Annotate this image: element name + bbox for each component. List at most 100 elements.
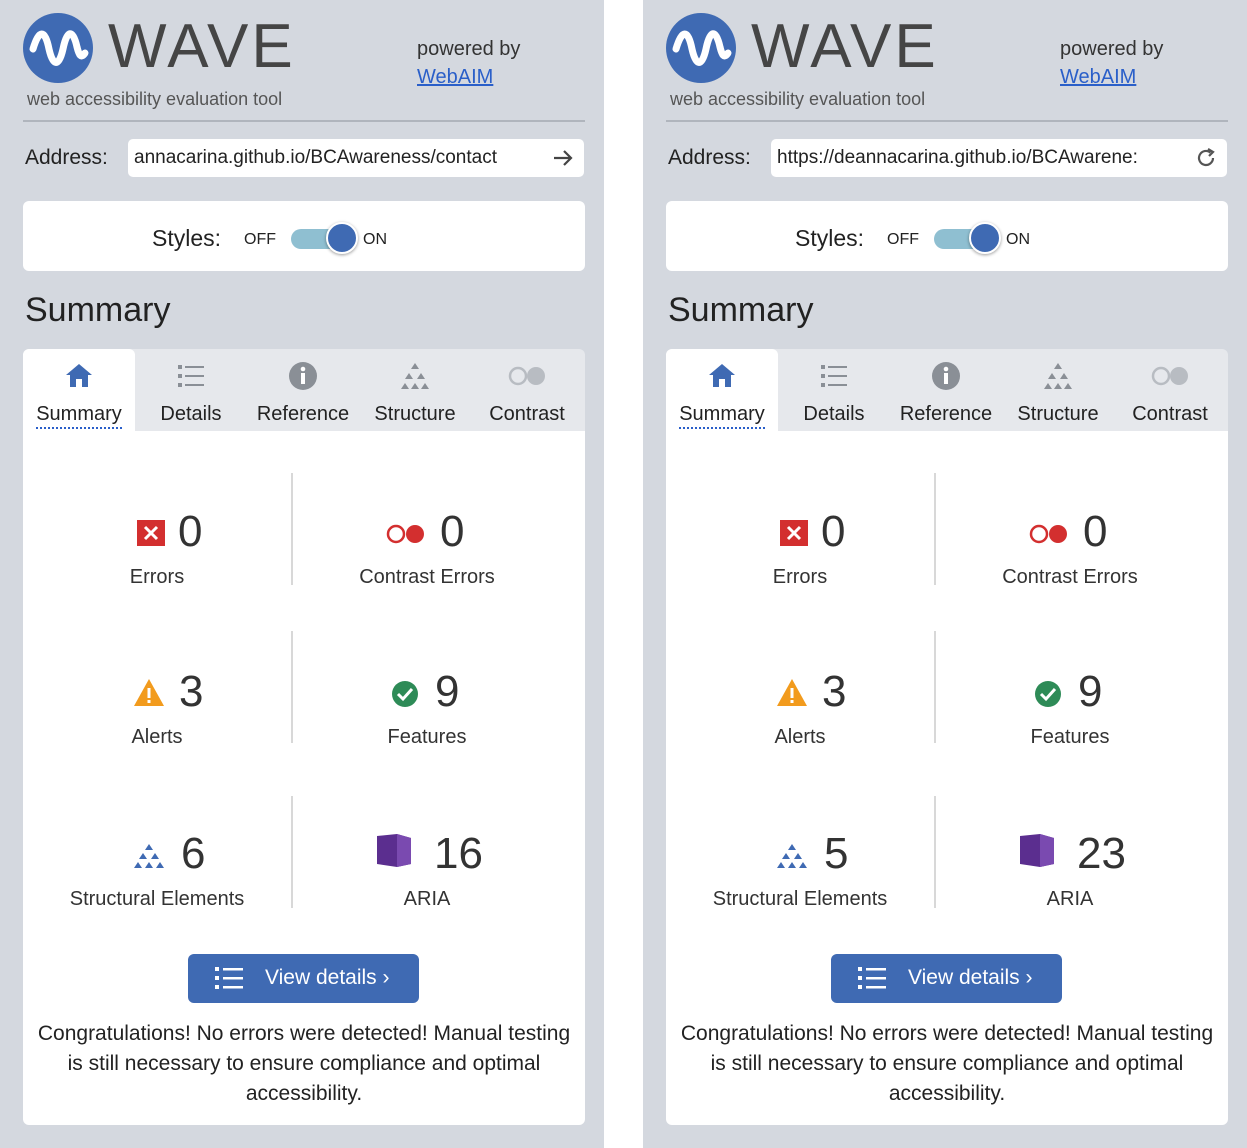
aria-label: ARIA [1046, 888, 1094, 910]
features-label: Features [387, 726, 467, 748]
aria-cube-icon [1020, 834, 1054, 867]
tab-label: Contrast [489, 403, 565, 425]
address-input[interactable] [134, 139, 534, 177]
errors-stat[interactable]: 0 Errors [666, 506, 934, 626]
tab-details[interactable]: Details [778, 349, 890, 431]
view-details-button[interactable]: View details › [831, 954, 1062, 1003]
wave-title: WAVE [108, 12, 296, 81]
errors-count: 0 [821, 507, 846, 556]
structural-count: 5 [824, 829, 849, 878]
styles-on-label: ON [1006, 231, 1030, 248]
aria-label: ARIA [403, 888, 451, 910]
structural-label: Structural Elements [69, 888, 245, 910]
alert-icon [777, 679, 807, 706]
list-icon [858, 967, 886, 989]
aria-cube-icon [377, 834, 411, 867]
list-icon [215, 967, 243, 989]
features-stat[interactable]: 9 Features [936, 666, 1204, 786]
structure-icon [1044, 363, 1072, 389]
tab-summary[interactable]: Summary [23, 349, 135, 431]
errors-label: Errors [772, 566, 828, 588]
tab-structure[interactable]: Structure [1002, 349, 1114, 431]
tab-label: Reference [899, 403, 993, 425]
tab-reference[interactable]: Reference [247, 349, 359, 431]
aria-stat[interactable]: 23 ARIA [936, 828, 1204, 948]
styles-toggle-box: Styles: OFF ON [23, 201, 585, 271]
home-icon [66, 364, 92, 387]
styles-toggle[interactable] [291, 222, 358, 254]
styles-label: Styles: [152, 225, 222, 251]
home-icon [709, 364, 735, 387]
error-icon [780, 520, 808, 546]
contrast-error-icon [386, 524, 424, 544]
styles-label: Styles: [795, 225, 865, 251]
summary-heading: Summary [25, 291, 171, 329]
address-label: Address: [25, 146, 108, 169]
contrast-errors-label: Contrast Errors [359, 566, 495, 588]
tab-label: Contrast [1132, 403, 1208, 425]
tab-structure[interactable]: Structure [359, 349, 471, 431]
tab-contrast[interactable]: Contrast [1114, 349, 1226, 431]
alerts-stat[interactable]: 3 Alerts [666, 666, 934, 786]
tab-label: Details [160, 403, 222, 425]
alerts-stat[interactable]: 3 Alerts [23, 666, 291, 786]
address-label: Address: [668, 146, 751, 169]
view-details-label: View details › [908, 966, 1033, 989]
contrast-errors-stat[interactable]: 0 Contrast Errors [936, 506, 1204, 626]
address-field [771, 139, 1227, 177]
info-icon [289, 362, 317, 390]
structural-stat[interactable]: 5 Structural Elements [666, 828, 934, 948]
summary-heading: Summary [668, 291, 814, 329]
info-icon [932, 362, 960, 390]
aria-stat[interactable]: 16 ARIA [293, 828, 561, 948]
summary-content: 0 Errors 0 Contrast Errors 3 Alerts 9 Fe… [666, 431, 1228, 1125]
styles-toggle[interactable] [934, 222, 1001, 254]
tab-summary[interactable]: Summary [666, 349, 778, 431]
wave-logo-icon [23, 13, 93, 83]
structure-icon [401, 363, 429, 389]
powered-by-label: powered by [417, 38, 521, 60]
toggle-knob [969, 222, 1001, 254]
contrast-icon [1151, 366, 1188, 386]
structure-icon [777, 844, 807, 868]
features-label: Features [1030, 726, 1110, 748]
contrast-errors-stat[interactable]: 0 Contrast Errors [293, 506, 561, 626]
structural-stat[interactable]: 6 Structural Elements [23, 828, 291, 948]
features-stat[interactable]: 9 Features [293, 666, 561, 786]
tab-contrast[interactable]: Contrast [471, 349, 583, 431]
tab-reference[interactable]: Reference [890, 349, 1002, 431]
tab-details[interactable]: Details [135, 349, 247, 431]
tab-label: Summary [36, 403, 122, 429]
tab-label: Details [803, 403, 865, 425]
wave-subtitle: web accessibility evaluation tool [27, 89, 283, 109]
address-input[interactable] [777, 139, 1177, 177]
toggle-knob [326, 222, 358, 254]
arrow-right-icon[interactable] [550, 145, 576, 171]
webaim-link[interactable]: WebAIM [1060, 66, 1136, 89]
alerts-count: 3 [822, 667, 847, 716]
tab-bar: Summary Details Reference Structure Cont… [666, 349, 1228, 431]
features-count: 9 [435, 667, 460, 716]
wave-panel-left: WAVE web accessibility evaluation tool p… [0, 0, 604, 1148]
view-details-label: View details › [265, 966, 390, 989]
styles-toggle-box: Styles: OFF ON [666, 201, 1228, 271]
webaim-link[interactable]: WebAIM [417, 66, 493, 89]
contrast-icon [508, 366, 545, 386]
tab-label: Structure [1017, 403, 1099, 425]
error-icon [137, 520, 165, 546]
tab-label: Summary [679, 403, 765, 429]
errors-stat[interactable]: 0 Errors [23, 506, 291, 626]
refresh-icon[interactable] [1193, 145, 1219, 171]
summary-content: 0 Errors 0 Contrast Errors 3 Alerts 9 Fe… [23, 431, 585, 1125]
structural-count: 6 [181, 829, 206, 878]
list-icon [821, 365, 847, 387]
header-divider [666, 120, 1228, 122]
view-details-button[interactable]: View details › [188, 954, 419, 1003]
alerts-label: Alerts [131, 726, 183, 748]
alerts-count: 3 [179, 667, 204, 716]
contrast-error-icon [1029, 524, 1067, 544]
styles-off-label: OFF [887, 231, 919, 248]
wave-title: WAVE [751, 12, 939, 81]
alert-icon [134, 679, 164, 706]
errors-label: Errors [129, 566, 185, 588]
